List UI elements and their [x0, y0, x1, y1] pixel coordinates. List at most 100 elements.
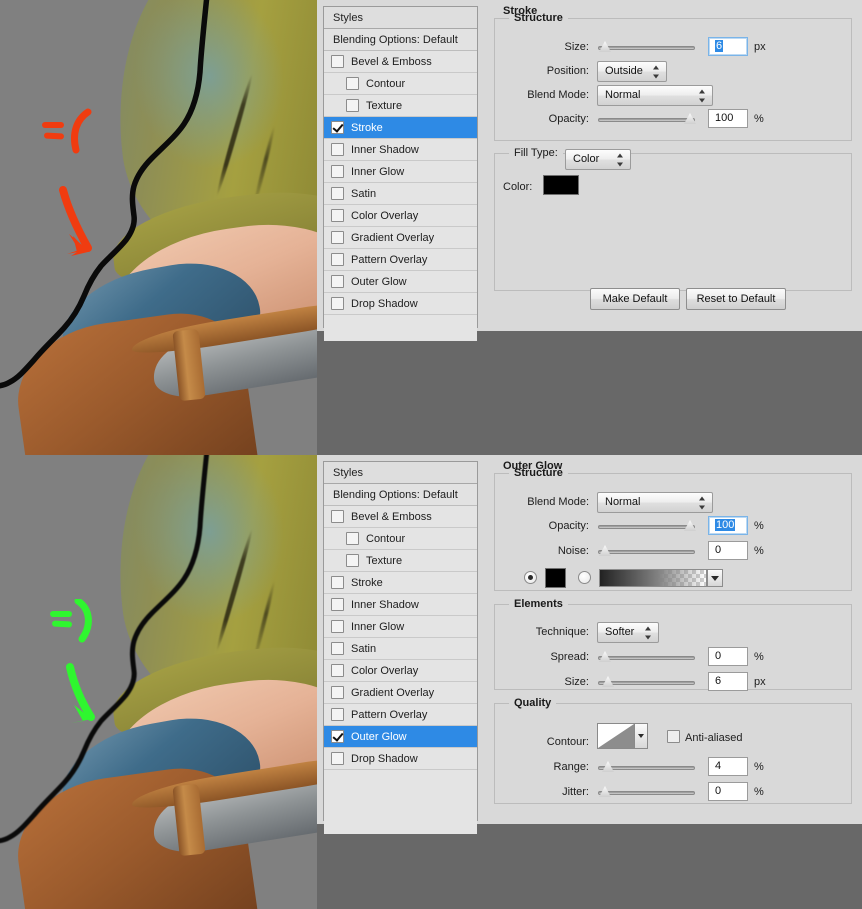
checkbox-icon[interactable]: [331, 253, 344, 266]
position-select[interactable]: Outside: [597, 61, 667, 82]
stepper-arrows-icon[interactable]: [653, 65, 660, 78]
style-row-inner-shadow[interactable]: Inner Shadow: [324, 139, 477, 161]
stepper-arrows-icon[interactable]: [645, 626, 652, 639]
jitter-slider-knob[interactable]: [599, 786, 611, 797]
style-row-texture[interactable]: Texture: [324, 95, 477, 117]
checkbox-icon[interactable]: [331, 708, 344, 721]
blending-options-row[interactable]: Blending Options: Default: [324, 484, 477, 506]
noise-slider-track[interactable]: [598, 550, 695, 554]
checkbox-icon[interactable]: [331, 275, 344, 288]
size-slider-knob[interactable]: [599, 41, 611, 52]
glow-size-slider-knob[interactable]: [602, 676, 614, 687]
checkbox-icon[interactable]: [331, 620, 344, 633]
range-input[interactable]: 4: [708, 757, 748, 776]
opacity-slider-track[interactable]: [598, 525, 695, 529]
checkbox-icon[interactable]: [346, 532, 359, 545]
glow-solid-color-radio[interactable]: [524, 571, 537, 584]
style-row-color-overlay[interactable]: Color Overlay: [324, 205, 477, 227]
checkbox-icon[interactable]: [331, 143, 344, 156]
style-row-inner-glow[interactable]: Inner Glow: [324, 161, 477, 183]
noise-input[interactable]: 0: [708, 541, 748, 560]
style-label: Gradient Overlay: [351, 686, 435, 699]
glow-size-input[interactable]: 6: [708, 672, 748, 691]
checkbox-icon[interactable]: [331, 165, 344, 178]
style-row-stroke[interactable]: Stroke: [324, 117, 477, 139]
style-row-drop-shadow[interactable]: Drop Shadow: [324, 293, 477, 315]
size-input[interactable]: 6: [708, 37, 748, 56]
stepper-arrows-icon[interactable]: [699, 496, 706, 509]
checkbox-icon[interactable]: [346, 99, 359, 112]
jitter-input[interactable]: 0: [708, 782, 748, 801]
range-slider-knob[interactable]: [602, 761, 614, 772]
style-row-contour[interactable]: Contour: [324, 73, 477, 95]
style-row-bevel-emboss[interactable]: Bevel & Emboss: [324, 51, 477, 73]
glow-gradient-preview[interactable]: [599, 569, 707, 587]
reset-to-default-button[interactable]: Reset to Default: [686, 288, 786, 310]
checkbox-icon[interactable]: [331, 209, 344, 222]
opacity-slider-track[interactable]: [598, 118, 695, 122]
style-row-inner-glow[interactable]: Inner Glow: [324, 616, 477, 638]
blending-options-row[interactable]: Blending Options: Default: [324, 29, 477, 51]
checkbox-icon[interactable]: [331, 664, 344, 677]
checkbox-icon[interactable]: [331, 231, 344, 244]
glow-gradient-radio[interactable]: [578, 571, 591, 584]
technique-select[interactable]: Softer: [597, 622, 659, 643]
checkbox-checked-icon[interactable]: [331, 730, 344, 743]
checkbox-icon[interactable]: [331, 576, 344, 589]
checkbox-icon[interactable]: [331, 598, 344, 611]
contour-dropdown-button[interactable]: [635, 723, 648, 749]
style-row-pattern-overlay[interactable]: Pattern Overlay: [324, 249, 477, 271]
style-row-satin[interactable]: Satin: [324, 638, 477, 660]
styles-list-stroke[interactable]: Styles Blending Options: Default Bevel &…: [323, 6, 478, 341]
stepper-arrows-icon[interactable]: [699, 89, 706, 102]
styles-list-outer-glow[interactable]: Styles Blending Options: Default Bevel &…: [323, 461, 478, 834]
style-row-stroke[interactable]: Stroke: [324, 572, 477, 594]
style-row-drop-shadow[interactable]: Drop Shadow: [324, 748, 477, 770]
style-row-inner-shadow[interactable]: Inner Shadow: [324, 594, 477, 616]
style-row-outer-glow[interactable]: Outer Glow: [324, 271, 477, 293]
opacity-input[interactable]: 100: [708, 109, 748, 128]
contour-preview[interactable]: [597, 723, 635, 749]
checkbox-icon[interactable]: [331, 642, 344, 655]
layer-style-dialog-outer-glow[interactable]: Styles Blending Options: Default Bevel &…: [317, 455, 862, 834]
style-row-gradient-overlay[interactable]: Gradient Overlay: [324, 682, 477, 704]
checkbox-icon[interactable]: [331, 297, 344, 310]
jitter-slider-track[interactable]: [598, 791, 695, 795]
style-row-gradient-overlay[interactable]: Gradient Overlay: [324, 227, 477, 249]
blend-mode-select[interactable]: Normal: [597, 85, 713, 106]
fill-type-select[interactable]: Color: [565, 149, 631, 170]
checkbox-icon[interactable]: [331, 686, 344, 699]
checkbox-icon[interactable]: [346, 554, 359, 567]
layer-style-dialog-stroke[interactable]: Styles Blending Options: Default Bevel &…: [317, 0, 862, 341]
style-row-color-overlay[interactable]: Color Overlay: [324, 660, 477, 682]
structure-legend: Structure: [514, 12, 563, 24]
style-row-texture[interactable]: Texture: [324, 550, 477, 572]
style-row-bevel-emboss[interactable]: Bevel & Emboss: [324, 506, 477, 528]
checkbox-checked-icon[interactable]: [331, 121, 344, 134]
checkbox-icon[interactable]: [331, 55, 344, 68]
opacity-slider-knob[interactable]: [684, 113, 696, 124]
spread-input[interactable]: 0: [708, 647, 748, 666]
noise-slider-knob[interactable]: [599, 545, 611, 556]
spread-slider-knob[interactable]: [599, 651, 611, 662]
checkbox-icon[interactable]: [331, 752, 344, 765]
spread-slider-track[interactable]: [598, 656, 695, 660]
stroke-color-swatch[interactable]: [543, 175, 579, 195]
make-default-button[interactable]: Make Default: [590, 288, 680, 310]
style-row-pattern-overlay[interactable]: Pattern Overlay: [324, 704, 477, 726]
style-row-contour[interactable]: Contour: [324, 528, 477, 550]
checkbox-icon[interactable]: [346, 77, 359, 90]
gradient-dropdown-button[interactable]: [707, 569, 723, 587]
size-slider-track[interactable]: [598, 46, 695, 50]
style-row-outer-glow[interactable]: Outer Glow: [324, 726, 477, 748]
stepper-arrows-icon[interactable]: [617, 153, 624, 166]
blend-mode-select[interactable]: Normal: [597, 492, 713, 513]
style-row-satin[interactable]: Satin: [324, 183, 477, 205]
anti-aliased-checkbox[interactable]: [667, 730, 680, 743]
checkbox-icon[interactable]: [331, 187, 344, 200]
opacity-slider-knob[interactable]: [684, 520, 696, 531]
stroke-options-pane: Stroke Structure Size: 6 px Position: Ou…: [489, 0, 862, 331]
glow-color-swatch[interactable]: [545, 568, 566, 588]
opacity-input[interactable]: 100: [708, 516, 748, 535]
checkbox-icon[interactable]: [331, 510, 344, 523]
